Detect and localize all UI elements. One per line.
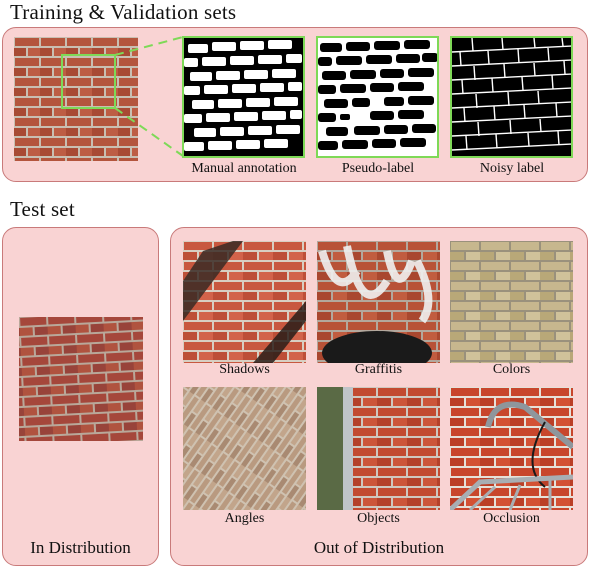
manual-annotation-mask xyxy=(182,36,305,158)
occlusion-caption: Occlusion xyxy=(483,511,540,526)
objects-caption: Objects xyxy=(357,511,400,526)
pseudo-label-mask xyxy=(316,36,439,158)
graffitis-image xyxy=(317,241,440,363)
noisy-label-caption: Noisy label xyxy=(479,161,545,176)
colors-image xyxy=(450,241,573,363)
manual-annotation-caption: Manual annotation xyxy=(191,161,297,176)
colors-caption: Colors xyxy=(492,362,531,377)
out-of-distribution-label: Out of Distribution xyxy=(313,538,445,557)
in-distribution-label: In Distribution xyxy=(30,538,131,557)
occlusion-image xyxy=(450,387,573,510)
angles-image xyxy=(183,387,306,510)
shadows-image xyxy=(183,241,306,363)
angles-caption: Angles xyxy=(224,511,265,526)
graffitis-caption: Graffitis xyxy=(354,362,403,377)
objects-image xyxy=(317,387,440,510)
noisy-label-mask xyxy=(450,36,573,158)
in-distribution-image xyxy=(19,317,143,441)
pseudo-label-caption: Pseudo-label xyxy=(341,161,415,176)
test-set-title: Test set xyxy=(10,197,75,221)
shadows-caption: Shadows xyxy=(219,362,270,377)
